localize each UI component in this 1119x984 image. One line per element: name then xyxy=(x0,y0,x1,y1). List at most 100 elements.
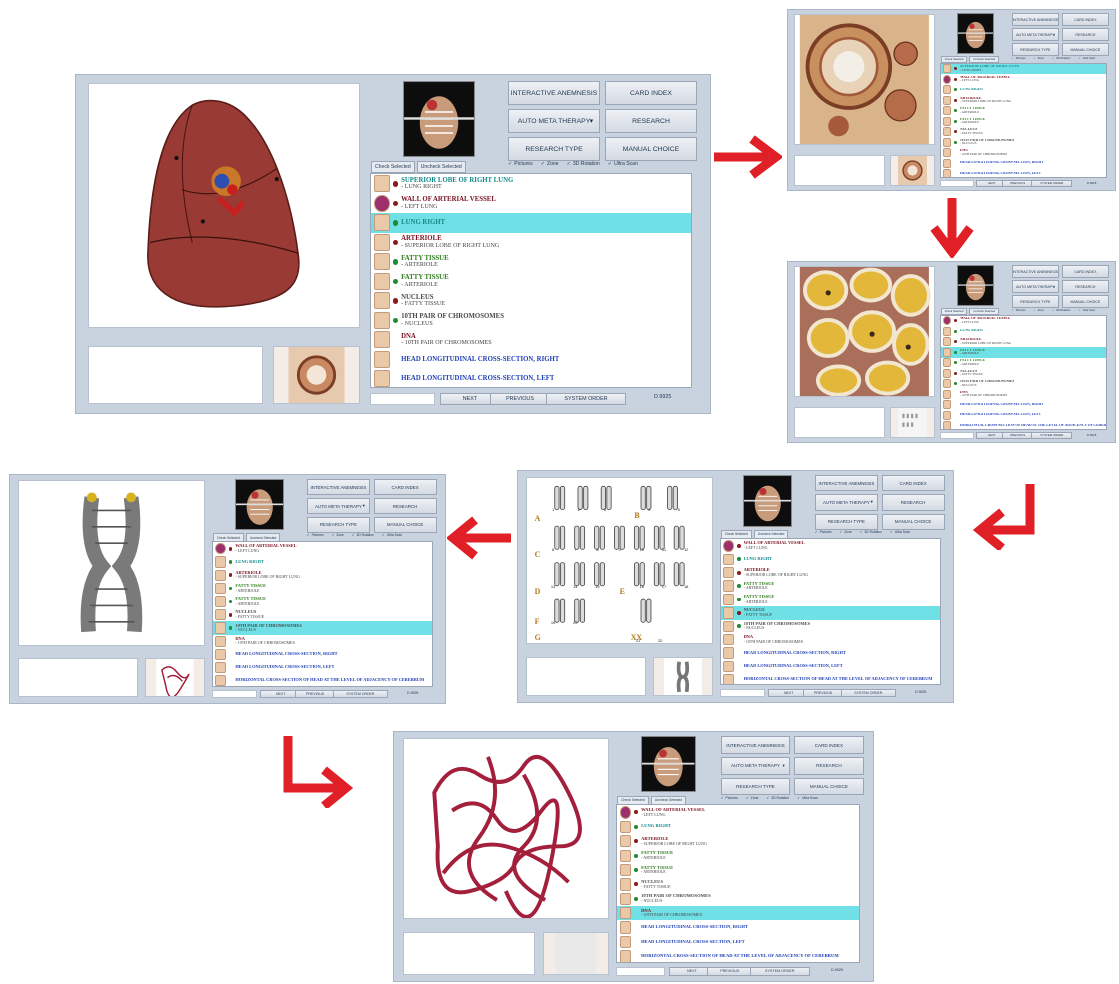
3d-rotation-checkbox[interactable]: ✓ 3D Rotation xyxy=(860,530,882,534)
list-item[interactable]: 10th Pair of Chromosomes - Nucleus xyxy=(371,311,691,331)
manual-choice-button[interactable]: Manual Choice xyxy=(881,513,945,530)
list-item[interactable]: Nucleus - Fatty Tissue xyxy=(617,877,859,891)
3d-rotation-checkbox[interactable]: ✓ 3D Rotation xyxy=(352,533,374,537)
3d-rotation-checkbox[interactable]: ✓ 3D Rotation xyxy=(1052,56,1070,61)
3d-rotation-checkbox[interactable]: ✓ 3D Rotation xyxy=(567,161,600,167)
main-image-viewer[interactable] xyxy=(794,266,935,398)
zone-checkbox[interactable]: ✓ Zone xyxy=(746,796,759,800)
list-item[interactable]: Nucleus - Fatty Tissue xyxy=(941,127,1106,138)
list-item[interactable]: Lung Right xyxy=(941,85,1106,96)
chevron-down-icon[interactable]: ▾ xyxy=(871,499,873,505)
research-button[interactable]: Research xyxy=(605,109,697,133)
results-list[interactable]: Wall of Arterial Vessel - Left Lung Lung R… xyxy=(940,314,1107,430)
main-image-viewer[interactable] xyxy=(403,737,609,919)
list-item[interactable]: 10th Pair of Chromosomes - Nucleus xyxy=(941,137,1106,148)
list-item[interactable]: Fatty Tissue - Arteriole xyxy=(213,595,432,608)
list-item[interactable]: Lung Right xyxy=(721,553,940,566)
system-order-button[interactable]: System Order xyxy=(840,688,896,698)
list-item[interactable]: Fatty Tissue - Arteriole xyxy=(941,106,1106,117)
manual-choice-button[interactable]: Manual Choice xyxy=(605,137,697,161)
zone-checkbox[interactable]: ✓ Zone xyxy=(331,533,343,537)
research-type-button[interactable]: Research Type xyxy=(306,516,370,534)
list-item[interactable]: Horizontal Cross-Section of Head at the … xyxy=(721,673,940,685)
previous-button[interactable]: Previous xyxy=(294,690,336,699)
list-item[interactable]: Lung Right xyxy=(617,820,859,834)
card-index-button[interactable]: Card Index xyxy=(605,81,697,105)
results-list[interactable]: Wall of Arterial Vessel - Left Lung Lung R… xyxy=(720,538,942,686)
list-item[interactable]: 10th Pair of Chromosomes - Nucleus xyxy=(617,892,859,906)
uncheck-selected-tab[interactable]: Uncheck Selected xyxy=(416,161,466,173)
card-index-button[interactable]: Card Index xyxy=(1061,265,1110,278)
list-item[interactable]: Fatty Tissue - Arteriole xyxy=(941,358,1106,369)
list-item[interactable]: Wall of Arterial Vessel - Left Lung xyxy=(213,542,432,555)
thumbnail-preview[interactable] xyxy=(273,346,360,404)
list-item[interactable]: Lung Right xyxy=(371,213,691,233)
thumbnail-preview[interactable] xyxy=(653,656,714,697)
ultra-scan-checkbox[interactable]: ✓ Ultra Scan xyxy=(608,161,638,167)
search-field[interactable] xyxy=(212,690,257,699)
zone-checkbox[interactable]: ✓ Zone xyxy=(1033,56,1043,61)
interactive-anamnesis-button[interactable]: Interactive Anemnesis xyxy=(1011,265,1060,278)
list-item[interactable]: DNA - 10th Pair of Chromosomes xyxy=(371,330,691,350)
main-image-viewer[interactable] xyxy=(18,480,206,647)
auto-meta-therapy-button[interactable]: Auto Meta Therapy ▾ xyxy=(306,498,370,515)
thumbnail-preview[interactable] xyxy=(145,658,206,698)
interactive-anamnesis-button[interactable]: Interactive Anemnesis xyxy=(508,81,600,105)
zone-checkbox[interactable]: ✓ Zone xyxy=(1033,308,1043,313)
3d-preview[interactable] xyxy=(234,479,285,531)
pictures-checkbox[interactable]: ✓ Pictures xyxy=(1012,56,1026,61)
interactive-anamnesis-button[interactable]: Interactive Anemnesis xyxy=(306,479,370,496)
thumbnail-preview[interactable] xyxy=(543,932,609,975)
previous-button[interactable]: Previous xyxy=(1002,180,1034,187)
3d-preview[interactable] xyxy=(641,736,696,793)
research-type-button[interactable]: Research Type xyxy=(720,777,791,796)
auto-meta-therapy-button[interactable]: Auto Meta Therapy ▾ xyxy=(1011,280,1060,293)
list-item[interactable]: Nucleus - Fatty Tissue xyxy=(941,368,1106,379)
list-item[interactable]: Fatty Tissue - Arteriole xyxy=(617,848,859,862)
chevron-down-icon[interactable]: ▾ xyxy=(1053,33,1055,37)
card-index-button[interactable]: Card Index xyxy=(881,475,945,492)
search-field[interactable] xyxy=(720,688,765,698)
system-order-button[interactable]: System Order xyxy=(1031,180,1073,187)
list-item[interactable]: Fatty Tissue - Arteriole xyxy=(213,582,432,595)
zone-checkbox[interactable]: ✓ Zone xyxy=(541,161,559,167)
research-button[interactable]: Research xyxy=(1061,280,1110,293)
3d-preview[interactable] xyxy=(957,13,995,54)
notes-box[interactable] xyxy=(88,346,263,404)
list-item[interactable]: Fatty Tissue - Arteriole xyxy=(371,272,691,292)
list-item[interactable]: Horizontal Cross-Section of Head at the … xyxy=(941,421,1106,429)
main-image-viewer[interactable] xyxy=(794,14,935,146)
3d-rotation-checkbox[interactable]: ✓ 3D Rotation xyxy=(766,796,789,800)
previous-button[interactable]: Previous xyxy=(707,966,753,976)
list-item[interactable]: Nucleus - Fatty Tissue xyxy=(213,608,432,621)
list-item[interactable]: Head Longitudinal Cross-Section, Left xyxy=(721,660,940,673)
search-field[interactable] xyxy=(940,180,974,187)
notes-box[interactable] xyxy=(526,656,647,697)
chevron-down-icon[interactable]: ▾ xyxy=(782,763,784,769)
ultra-scan-checkbox[interactable]: ✓ Ultra Scan xyxy=(382,533,402,537)
search-field[interactable] xyxy=(370,393,435,405)
card-index-button[interactable]: Card Index xyxy=(794,736,864,755)
list-item[interactable]: Arteriole - Superior Lobe of Right Lung xyxy=(617,834,859,848)
list-item[interactable]: Head Longitudinal Cross-Section, Right xyxy=(371,350,691,370)
results-list[interactable]: Superior Lobe of Right Lung - Lung Right W… xyxy=(370,173,692,388)
list-item[interactable]: Fatty Tissue - Arteriole xyxy=(371,252,691,272)
ultra-scan-checkbox[interactable]: ✓ Ultra Scan xyxy=(1078,308,1095,313)
manual-choice-button[interactable]: Manual Choice xyxy=(1061,295,1110,308)
list-item[interactable]: Horizontal Cross-Section of Head at the … xyxy=(617,949,859,962)
previous-button[interactable]: Previous xyxy=(802,688,844,698)
chevron-down-icon[interactable]: ▾ xyxy=(590,117,593,125)
chevron-down-icon[interactable]: ▾ xyxy=(1053,285,1055,289)
notes-box[interactable] xyxy=(403,932,536,975)
pictures-checkbox[interactable]: ✓ Pictures xyxy=(307,533,324,537)
pictures-checkbox[interactable]: ✓ Pictures xyxy=(721,796,738,800)
list-item[interactable]: Lung Right xyxy=(941,326,1106,337)
list-item[interactable]: Fatty Tissue - Arteriole xyxy=(721,579,940,592)
list-item[interactable]: Wall of Arterial Vessel - Left Lung xyxy=(721,539,940,552)
list-item[interactable]: Arteriole - Superior Lobe of Right Lung xyxy=(721,566,940,579)
list-item[interactable]: Head Longitudinal Cross-Section, Left xyxy=(617,935,859,949)
list-item[interactable]: 10th Pair of Chromosomes - Nucleus xyxy=(721,620,940,633)
system-order-button[interactable]: System Order xyxy=(332,690,388,699)
search-field[interactable] xyxy=(940,432,974,439)
manual-choice-button[interactable]: Manual Choice xyxy=(1061,43,1110,56)
